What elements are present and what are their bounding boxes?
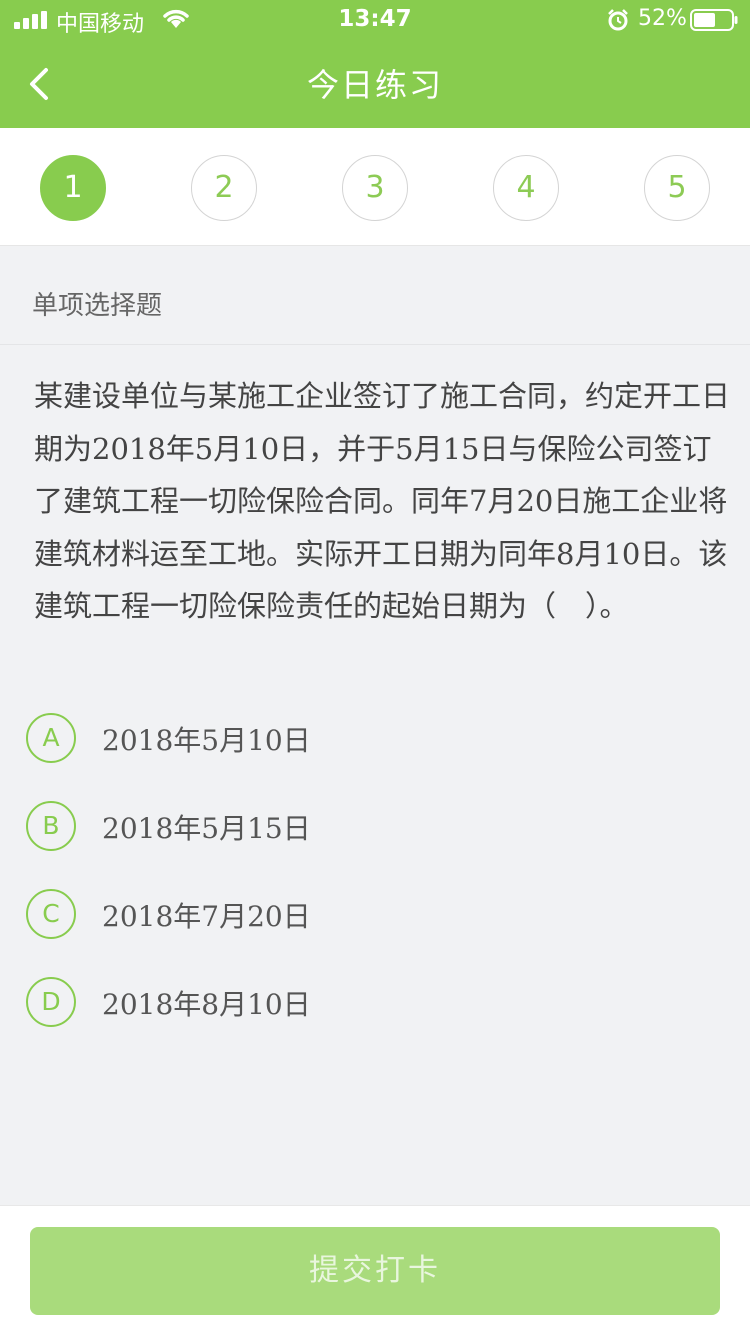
question-type-row: 单项选择题 xyxy=(0,247,750,345)
option-b-letter: B xyxy=(26,801,76,851)
option-b-text: 2018年5月15日 xyxy=(102,812,311,845)
option-a-letter: A xyxy=(26,713,76,763)
option-a[interactable]: A 2018年5月10日 xyxy=(26,713,726,765)
alarm-icon xyxy=(608,9,628,31)
option-d-letter: D xyxy=(26,977,76,1027)
battery-icon xyxy=(690,9,738,31)
step-2[interactable]: 2 xyxy=(191,155,257,221)
option-c[interactable]: C 2018年7月20日 xyxy=(26,889,726,941)
bottom-bar: 提交打卡 xyxy=(0,1205,750,1334)
header: 中国移动 13:47 52% 今日练习 xyxy=(0,0,750,128)
option-b[interactable]: B 2018年5月15日 xyxy=(26,801,726,853)
step-1[interactable]: 1 xyxy=(40,155,106,221)
status-bar: 中国移动 13:47 52% xyxy=(0,0,750,40)
question-stepper: 1 2 3 4 5 xyxy=(0,128,750,246)
option-a-text: 2018年5月10日 xyxy=(102,724,311,757)
battery-percent: 52% xyxy=(638,6,687,31)
option-d[interactable]: D 2018年8月10日 xyxy=(26,977,726,1029)
step-5[interactable]: 5 xyxy=(644,155,710,221)
step-3[interactable]: 3 xyxy=(342,155,408,221)
nav-bar: 今日练习 xyxy=(0,40,750,128)
option-d-text: 2018年8月10日 xyxy=(102,988,311,1021)
submit-checkin-button[interactable]: 提交打卡 xyxy=(30,1227,720,1315)
step-4[interactable]: 4 xyxy=(493,155,559,221)
page-title: 今日练习 xyxy=(306,66,443,104)
question-type-label: 单项选择题 xyxy=(32,291,163,321)
option-c-letter: C xyxy=(26,889,76,939)
option-c-text: 2018年7月20日 xyxy=(102,900,311,933)
question-text: 某建设单位与某施工企业签订了施工合同，约定开工日期为2018年5月10日，并于5… xyxy=(34,379,731,623)
